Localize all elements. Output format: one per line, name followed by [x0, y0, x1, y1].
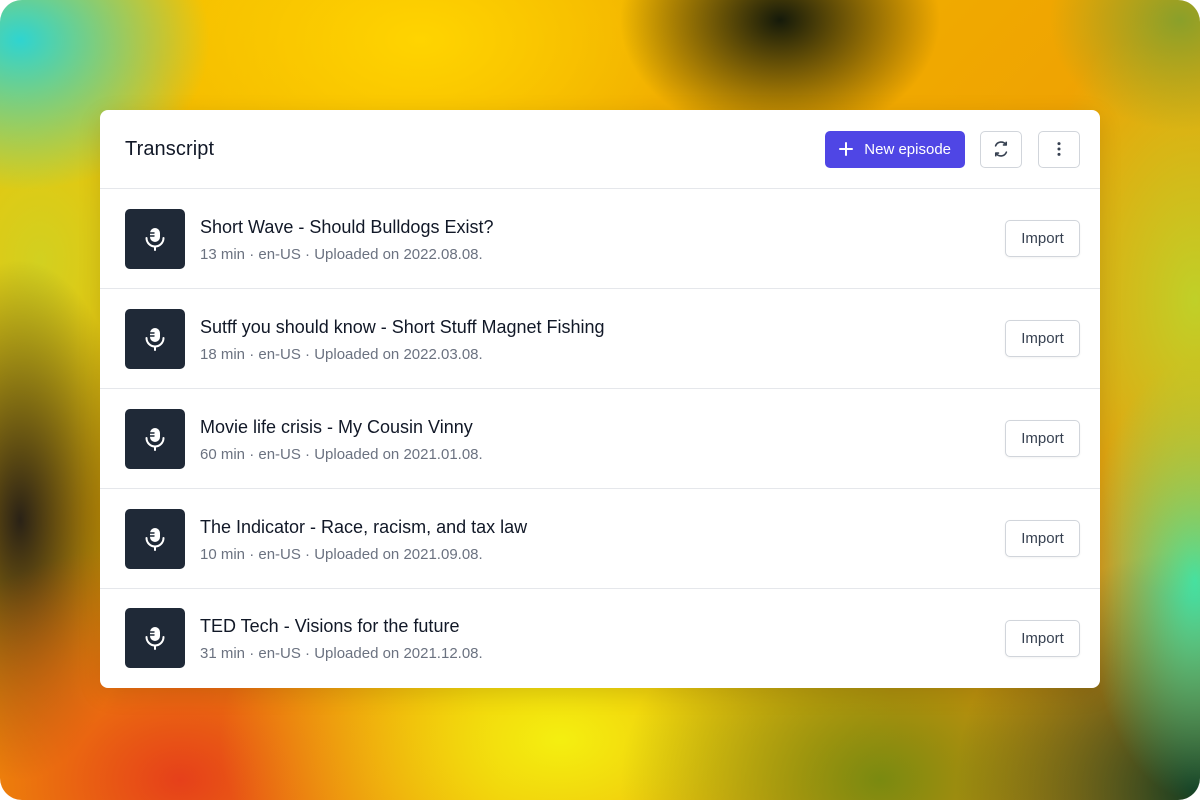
transcript-card: Transcript New episode Short Wave - Shou… [100, 110, 1100, 688]
episode-title: Sutff you should know - Short Stuff Magn… [200, 316, 605, 337]
microphone-icon [145, 527, 165, 551]
episode-row: TED Tech - Visions for the future 31 min… [100, 589, 1100, 687]
episode-thumbnail [125, 408, 185, 469]
more-vertical-icon [1057, 142, 1061, 156]
episode-row: Short Wave - Should Bulldogs Exist? 13 m… [100, 189, 1100, 289]
gradient-background: Transcript New episode Short Wave - Shou… [0, 0, 1200, 800]
page-title: Transcript [125, 137, 215, 160]
episode-meta: 18 min · en-US · Uploaded on 2022.03.08. [200, 345, 483, 363]
episode-meta: 10 min · en-US · Uploaded on 2021.09.08. [200, 545, 483, 563]
import-button[interactable]: Import [1005, 420, 1080, 457]
episode-meta: 13 min · en-US · Uploaded on 2022.08.08. [200, 245, 483, 263]
episode-thumbnail [125, 508, 185, 569]
episode-title: Short Wave - Should Bulldogs Exist? [200, 216, 494, 237]
import-button[interactable]: Import [1005, 619, 1080, 657]
more-options-button[interactable] [1038, 130, 1080, 168]
import-button[interactable]: Import [1005, 220, 1080, 257]
episode-meta: 31 min · en-US · Uploaded on 2021.12.08. [200, 645, 483, 662]
episode-meta: 60 min · en-US · Uploaded on 2021.01.08. [200, 445, 483, 463]
microphone-icon [145, 627, 165, 650]
episode-title: The Indicator - Race, racism, and tax la… [200, 516, 528, 537]
episode-row: Sutff you should know - Short Stuff Magn… [100, 289, 1100, 389]
episode-row: The Indicator - Race, racism, and tax la… [100, 489, 1100, 589]
episode-thumbnail [125, 308, 185, 369]
episode-thumbnail [125, 208, 185, 269]
episode-info: Sutff you should know - Short Stuff Magn… [200, 314, 1005, 364]
episode-info: TED Tech - Visions for the future 31 min… [200, 613, 1005, 663]
episode-info: Movie life crisis - My Cousin Vinny 60 m… [200, 414, 1005, 464]
episode-title: Movie life crisis - My Cousin Vinny [200, 416, 473, 437]
import-button[interactable]: Import [1005, 520, 1080, 557]
import-button[interactable]: Import [1005, 320, 1080, 357]
refresh-button[interactable] [980, 130, 1022, 168]
microphone-icon [145, 327, 165, 351]
episode-info: Short Wave - Should Bulldogs Exist? 13 m… [200, 214, 1005, 264]
episode-thumbnail [125, 608, 185, 668]
episode-info: The Indicator - Race, racism, and tax la… [200, 514, 1005, 564]
microphone-icon [145, 427, 165, 451]
episode-row: Movie life crisis - My Cousin Vinny 60 m… [100, 389, 1100, 489]
new-episode-button[interactable]: New episode [825, 130, 965, 168]
episode-list: Short Wave - Should Bulldogs Exist? 13 m… [100, 189, 1100, 687]
microphone-icon [145, 227, 165, 251]
plus-icon [839, 142, 854, 156]
card-header: Transcript New episode [100, 110, 1100, 189]
episode-title: TED Tech - Visions for the future [200, 616, 460, 636]
new-episode-label: New episode [864, 140, 951, 158]
refresh-icon [994, 141, 1008, 157]
